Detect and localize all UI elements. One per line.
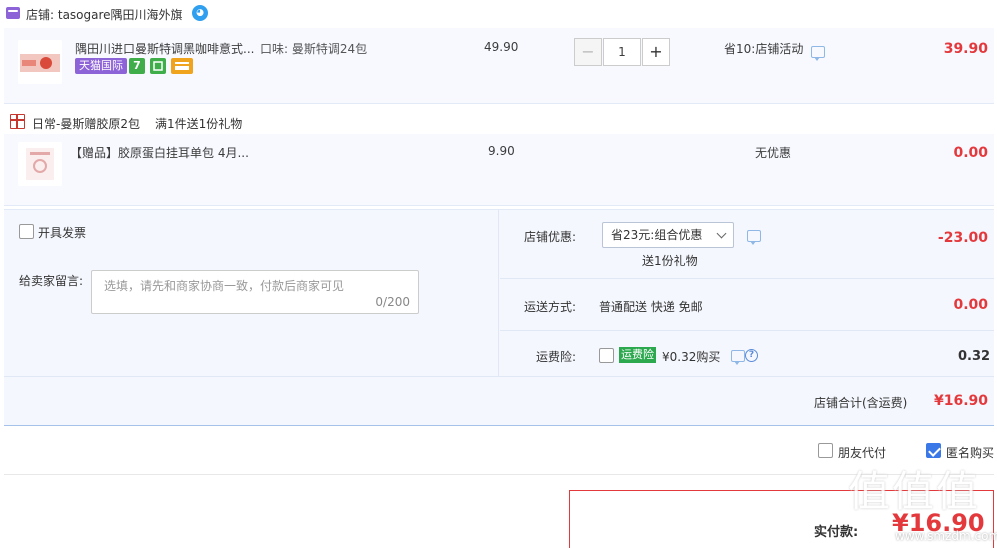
invoice-label: 开具发票 (38, 226, 87, 240)
invoice-checkbox[interactable] (19, 224, 34, 239)
shipping-label: 运送方式: (524, 300, 577, 314)
total-divider (4, 376, 994, 377)
quantity-decrease-button[interactable]: − (574, 38, 602, 66)
insurance-comment-icon[interactable] (731, 350, 745, 365)
insurance-tag: 运费险 (619, 347, 656, 363)
shop-total-label: 店铺合计(含运费) (814, 396, 908, 410)
quantity-stepper: − 1 + (574, 38, 670, 66)
footer-divider (4, 474, 994, 475)
message-label: 给卖家留言: (19, 274, 84, 288)
friend-pay-checkbox[interactable] (818, 443, 833, 458)
quantity-increase-button[interactable]: + (642, 38, 670, 66)
shop-header: 店铺: tasogare隅田川海外旗 ◕ (0, 0, 997, 28)
insurance-checkbox[interactable] (599, 348, 614, 363)
shipping-value: 普通配送 快递 免邮 (599, 300, 703, 314)
shipping-amount: 0.00 (953, 297, 988, 313)
gift-promo-rule: 满1件送1份礼物 (155, 117, 243, 131)
help-icon[interactable]: ? (745, 349, 758, 362)
message-placeholder: 选填，请先和商家协商一致，付款后商家可见 (104, 279, 345, 293)
seven-day-return-icon: 7 (129, 58, 145, 74)
watermark-url: www.smzdm.com (895, 529, 997, 543)
gift-thumbnail[interactable] (18, 142, 62, 186)
message-counter: 0/200 (375, 295, 410, 309)
item-promo: 省10:店铺活动 (724, 42, 804, 56)
gift-item-row: 【赠品】胶原蛋白挂耳单包 4月... 9.90 无优惠 0.00 (4, 134, 994, 206)
shop-discount-amount: -23.00 (937, 230, 988, 246)
promo-comment-icon[interactable] (811, 46, 825, 61)
credit-card-icon (171, 58, 193, 74)
chevron-down-icon (716, 228, 727, 239)
product-title-link[interactable]: 隅田川进口曼斯特调黑咖啡意式... (75, 40, 254, 57)
order-options: 开具发票 给卖家留言: 选填，请先和商家协商一致，付款后商家可见 0/200 店… (4, 209, 994, 426)
shop-discount-gift: 送1份礼物 (642, 254, 698, 268)
insurance-amount: 0.32 (958, 349, 991, 364)
gift-total: 0.00 (953, 145, 988, 161)
unit-price: 49.90 (484, 40, 519, 54)
product-sku: 口味: 曼斯特调24包 (260, 42, 368, 56)
wangwang-chat-icon[interactable]: ◕ (192, 5, 208, 21)
shop-discount-label: 店铺优惠: (524, 230, 577, 244)
cart-item-row: 隅田川进口曼斯特调黑咖啡意式... 口味: 曼斯特调24包 天猫国际 7 49.… (4, 28, 994, 104)
shop-name-link[interactable]: 店铺: tasogare隅田川海外旗 (26, 6, 183, 23)
gift-promo-row: 日常-曼斯赠胶原2包 满1件送1份礼物 (4, 110, 994, 134)
tmall-global-tag: 天猫国际 (75, 58, 127, 74)
guarantee-icon (150, 58, 166, 74)
anonymous-checkbox[interactable] (926, 443, 941, 458)
watermark-logo: 值值值 (848, 467, 981, 516)
pay-label: 实付款: (814, 525, 859, 540)
quantity-input[interactable]: 1 (603, 38, 641, 66)
shop-discount-selected: 省23元:组合优惠 (611, 228, 703, 242)
insurance-price: ¥0.32购买 (662, 350, 721, 364)
options-divider (498, 210, 499, 376)
shop-total-value: ¥16.90 (934, 393, 989, 409)
gift-unit-price: 9.90 (488, 144, 515, 158)
message-textarea[interactable]: 选填，请先和商家协商一致，付款后商家可见 0/200 (91, 270, 419, 314)
product-thumbnail[interactable] (18, 40, 62, 84)
gift-promo: 无优惠 (755, 146, 792, 160)
item-total: 39.90 (943, 41, 988, 57)
shop-discount-select[interactable]: 省23元:组合优惠 (602, 222, 734, 248)
shop-icon (6, 7, 20, 19)
gift-icon (10, 114, 25, 129)
discount-comment-icon[interactable] (747, 230, 761, 245)
insurance-label: 运费险: (536, 350, 577, 364)
gift-title-link[interactable]: 【赠品】胶原蛋白挂耳单包 4月... (70, 144, 249, 161)
gift-promo-label: 日常-曼斯赠胶原2包 (32, 117, 140, 131)
